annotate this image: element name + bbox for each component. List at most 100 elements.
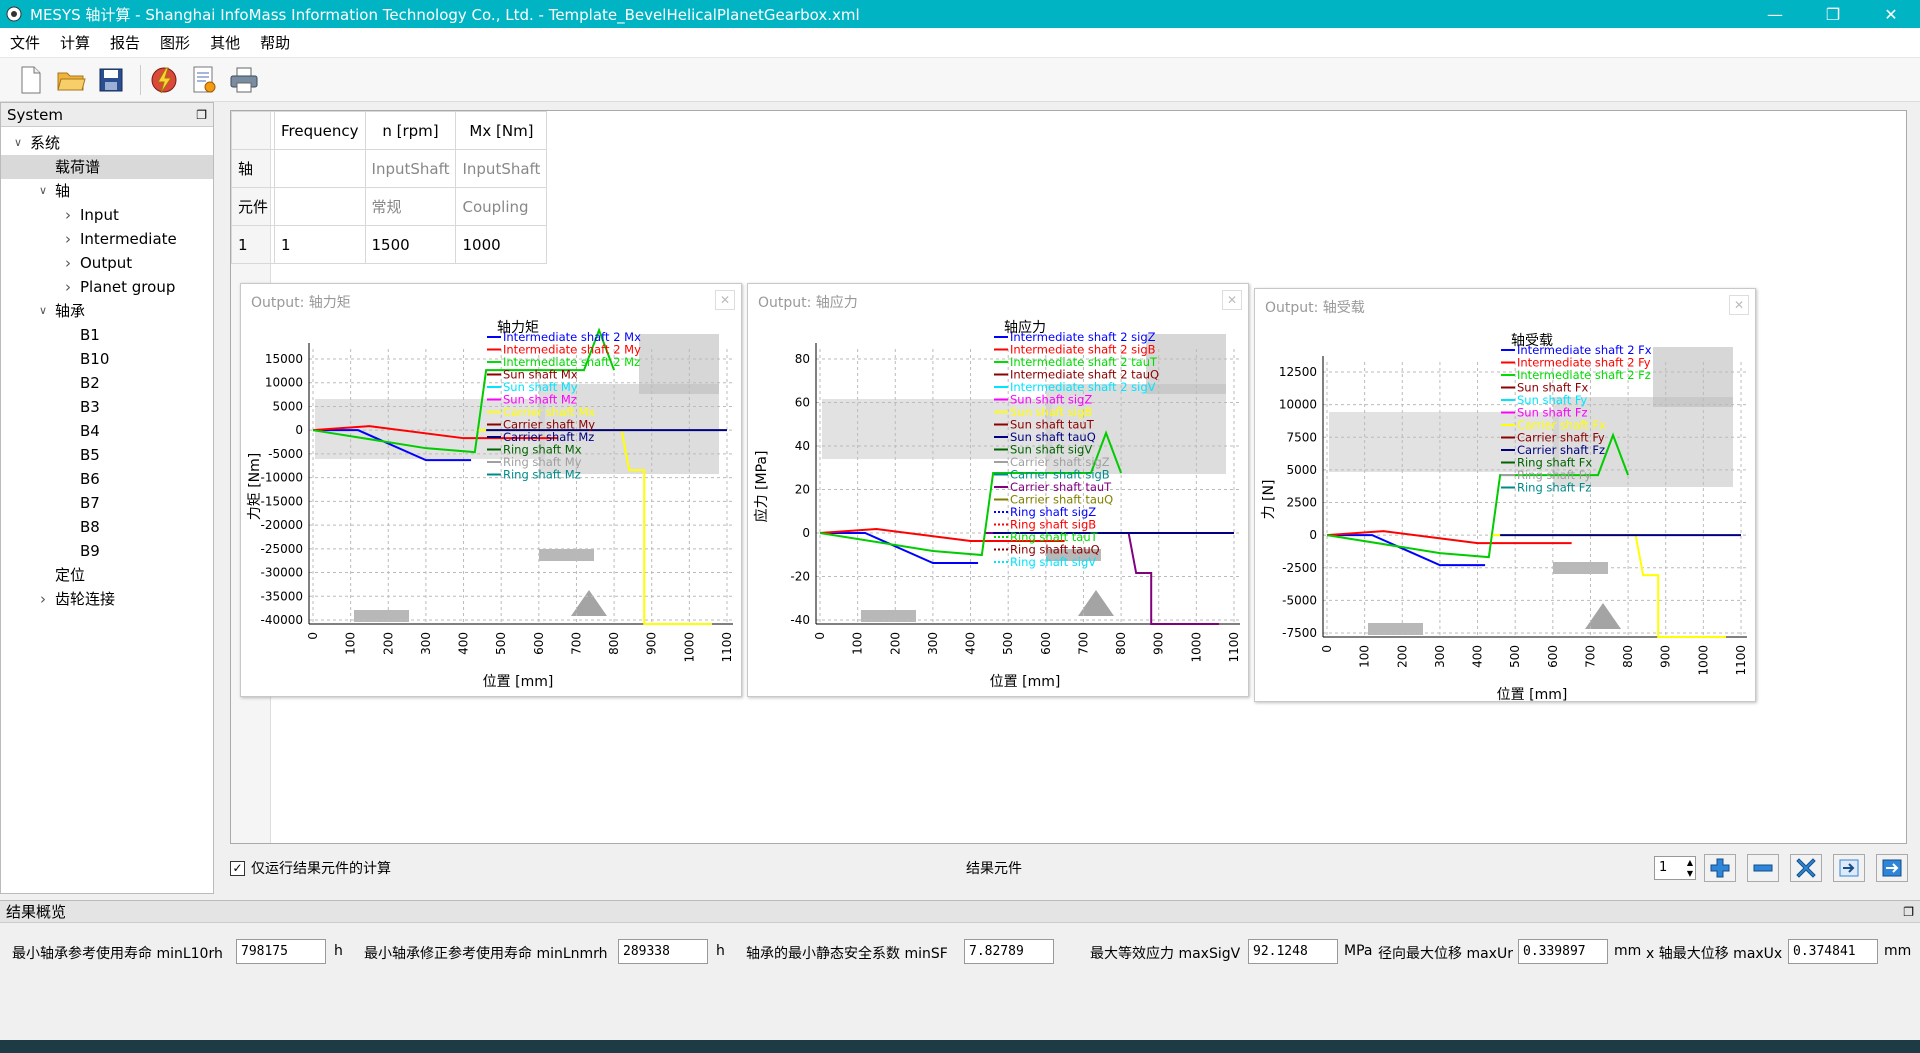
x-tick-label: 100 xyxy=(344,632,358,655)
print-icon[interactable] xyxy=(227,63,261,97)
result-unit: MPa xyxy=(1344,943,1373,959)
tree-node[interactable]: B4 xyxy=(1,419,213,443)
chevron-down-icon[interactable]: ∨ xyxy=(36,179,50,203)
new-file-icon[interactable] xyxy=(14,63,48,97)
gear-sketch xyxy=(1146,334,1226,394)
chevron-down-icon[interactable]: ∨ xyxy=(11,131,25,155)
result-value-field[interactable]: 0.339897 xyxy=(1518,939,1608,964)
table-cell[interactable]: 常规 xyxy=(364,187,457,226)
tree-node[interactable]: B7 xyxy=(1,491,213,515)
result-unit: h xyxy=(716,943,725,959)
tree-node-label: B6 xyxy=(80,470,100,488)
calculate-icon[interactable] xyxy=(147,63,181,97)
menu-graphics[interactable]: 图形 xyxy=(150,32,200,53)
result-unit: h xyxy=(334,943,343,959)
chevron-right-icon[interactable]: › xyxy=(61,275,75,299)
remove-element-button[interactable] xyxy=(1747,854,1779,882)
element-count-spinbox[interactable]: 1 ▲ ▼ xyxy=(1654,856,1696,880)
tree-node[interactable]: › Planet group xyxy=(1,275,213,299)
y-tick-label: -5000 xyxy=(1282,593,1317,607)
table-cell[interactable] xyxy=(274,149,366,188)
table-cell[interactable]: InputShaft xyxy=(455,149,548,188)
tree-node[interactable]: B2 xyxy=(1,371,213,395)
y-tick-label: -10000 xyxy=(260,471,303,485)
move-last-button[interactable] xyxy=(1876,854,1908,882)
tree-node[interactable]: ∨ 轴 xyxy=(1,179,213,203)
x-tick-label: 200 xyxy=(381,632,395,655)
x-tick-label: 700 xyxy=(569,632,583,655)
y-tick-label: -40 xyxy=(790,613,810,627)
tree-panel-title: System xyxy=(7,105,63,124)
torque-chart-window[interactable]: Output: 轴力矩 ✕ 轴力矩 15000 10000 5000 0 -5000 -10… xyxy=(240,283,742,697)
spin-arrows-icon[interactable]: ▲ ▼ xyxy=(1687,857,1693,879)
stress-chart: 轴应力806040200-20-400 100 200 300 400 500 600 700… xyxy=(753,319,1241,690)
move-element-button[interactable] xyxy=(1833,854,1865,882)
col-header-torque[interactable]: Mx [Nm] xyxy=(455,111,548,150)
results-overview-panel: 结果概览 ❐ 最小轴承参考使用寿命 minL10rh 798175 h 最小轴承… xyxy=(0,900,1920,1016)
menu-file[interactable]: 文件 xyxy=(0,32,50,53)
save-icon[interactable] xyxy=(94,63,128,97)
menu-report[interactable]: 报告 xyxy=(100,32,150,53)
tree-node[interactable]: B10 xyxy=(1,347,213,371)
y-tick-label: -7500 xyxy=(1282,626,1317,640)
stress-chart-window[interactable]: Output: 轴应力 ✕ 轴应力 80 60 40 20 0 -20 -40 0 100 200 3… xyxy=(747,283,1249,697)
table-cell[interactable]: 1000 xyxy=(455,225,548,264)
table-cell[interactable] xyxy=(274,187,366,226)
tree-node[interactable]: B5 xyxy=(1,443,213,467)
tree-node-label: 系统 xyxy=(30,134,61,152)
tree-node[interactable]: B3 xyxy=(1,395,213,419)
tree-node[interactable]: 定位 xyxy=(1,563,213,587)
tree-node[interactable]: B9 xyxy=(1,539,213,563)
result-label: 最大等效应力 maxSigV xyxy=(1090,946,1241,962)
col-header-frequency[interactable]: Frequency xyxy=(274,111,366,150)
results-overview-title: 结果概览 xyxy=(6,903,67,921)
chevron-right-icon[interactable]: › xyxy=(61,251,75,275)
result-value-field[interactable]: 289338 xyxy=(618,939,708,964)
tree-node[interactable]: B8 xyxy=(1,515,213,539)
y-axis-label: 力矩 [Nm] xyxy=(247,453,263,520)
minimize-icon[interactable]: — xyxy=(1746,0,1804,28)
run-result-only-checkbox[interactable]: ✓ xyxy=(230,860,245,876)
tree-node[interactable]: ∨ 轴承 xyxy=(1,299,213,323)
menu-help[interactable]: 帮助 xyxy=(250,32,300,53)
taskbar xyxy=(0,1040,1920,1053)
table-cell[interactable]: 1500 xyxy=(364,225,457,264)
chevron-right-icon[interactable]: › xyxy=(61,203,75,227)
result-value-field[interactable]: 7.82789 xyxy=(964,939,1054,964)
menu-other[interactable]: 其他 xyxy=(200,32,250,53)
tree-node[interactable]: › 齿轮连接 xyxy=(1,587,213,611)
chevron-right-icon[interactable]: › xyxy=(36,587,50,611)
x-tick-label: 1000 xyxy=(682,632,696,663)
col-header-speed[interactable]: n [rpm] xyxy=(364,111,457,150)
results-row: 最小轴承参考使用寿命 minL10rh 798175 h 最小轴承修正参考使用寿… xyxy=(0,939,1920,965)
tree-node[interactable]: B1 xyxy=(1,323,213,347)
close-icon[interactable]: ✕ xyxy=(1862,0,1920,28)
x-tick-label: 900 xyxy=(645,632,659,655)
tree-node[interactable]: B6 xyxy=(1,467,213,491)
add-element-button[interactable] xyxy=(1704,854,1736,882)
chevron-down-icon[interactable]: ∨ xyxy=(36,299,50,323)
float-panel-icon[interactable]: ❐ xyxy=(196,108,207,122)
tree-node[interactable]: › Intermediate xyxy=(1,227,213,251)
tree-node[interactable]: ∨ 系统 xyxy=(1,131,213,155)
y-tick-label: 2500 xyxy=(1286,496,1317,510)
load-chart-window[interactable]: Output: 轴受载 ✕ 轴受载 12500 10000 7500 5000 2500 0… xyxy=(1254,288,1756,703)
x-tick-label: 100 xyxy=(851,632,865,655)
delete-element-button[interactable] xyxy=(1790,854,1822,882)
restore-icon[interactable]: ❐ xyxy=(1804,0,1862,28)
tree-node[interactable]: 载荷谱 xyxy=(1,155,213,179)
tree-node[interactable]: › Input xyxy=(1,203,213,227)
open-folder-icon[interactable] xyxy=(54,63,88,97)
table-cell[interactable]: 1 xyxy=(274,225,366,264)
result-value-field[interactable]: 92.1248 xyxy=(1248,939,1338,964)
tree-node-label: 载荷谱 xyxy=(55,158,101,176)
chevron-right-icon[interactable]: › xyxy=(61,227,75,251)
result-value-field[interactable]: 0.374841 xyxy=(1788,939,1878,964)
tree-node[interactable]: › Output xyxy=(1,251,213,275)
float-panel-icon[interactable]: ❐ xyxy=(1903,905,1914,919)
report-icon[interactable] xyxy=(187,63,221,97)
table-cell[interactable]: InputShaft xyxy=(364,149,457,188)
result-value-field[interactable]: 798175 xyxy=(236,939,326,964)
table-cell[interactable]: Coupling xyxy=(455,187,548,226)
menu-calculate[interactable]: 计算 xyxy=(50,32,100,53)
